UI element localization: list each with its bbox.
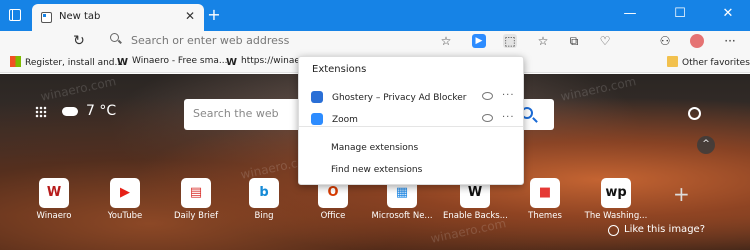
other-favorites-label: Other favorites: [682, 58, 750, 68]
new-tab-favicon-icon: [41, 12, 52, 23]
more-options-icon[interactable]: ···: [723, 34, 737, 48]
extension-item-zoom[interactable]: Zoom ···: [299, 110, 523, 130]
quick-link-icon: W: [39, 178, 69, 208]
tab-new-tab[interactable]: New tab ✕: [32, 4, 204, 31]
cloud-icon: [62, 107, 78, 116]
quick-link-icon: wp: [601, 178, 631, 208]
eye-icon[interactable]: [482, 114, 493, 122]
collections-icon[interactable]: ⧉: [567, 34, 581, 48]
app-launcher-icon[interactable]: [35, 106, 47, 118]
hidden-eye-icon[interactable]: [482, 92, 493, 100]
quick-link-icon: b: [249, 178, 279, 208]
close-window-button[interactable]: ✕: [718, 6, 738, 21]
find-extensions-link[interactable]: Find new extensions: [331, 165, 422, 175]
like-image-link[interactable]: Like this image?: [624, 224, 705, 235]
extensions-icon[interactable]: ⬚: [503, 34, 517, 48]
quick-link-label: Office: [320, 211, 346, 221]
info-icon[interactable]: [608, 225, 619, 236]
favorites-icon[interactable]: ☆: [536, 34, 550, 48]
maximize-button[interactable]: ☐: [670, 6, 690, 21]
quick-link-icon: ▤: [181, 178, 211, 208]
more-actions-icon[interactable]: ···: [502, 90, 515, 101]
extension-name: Ghostery – Privacy Ad Blocker: [332, 93, 467, 103]
quick-link-label: Winaero: [36, 211, 72, 221]
favorite-label: Register, install and...: [25, 58, 124, 68]
minimize-button[interactable]: —: [620, 6, 640, 21]
refresh-icon[interactable]: ↻: [72, 34, 86, 48]
ghostery-icon: [311, 91, 323, 103]
quick-link-tile[interactable]: ▤ Daily Brief: [164, 178, 228, 221]
new-tab-button[interactable]: +: [205, 5, 223, 24]
quick-link-label: YouTube: [107, 211, 143, 221]
winaero-w-icon: W: [226, 57, 238, 68]
address-bar[interactable]: Search or enter web address: [100, 31, 430, 51]
more-actions-icon[interactable]: ···: [502, 112, 515, 123]
zoom-icon: [311, 113, 323, 125]
quick-link-label: Bing: [254, 211, 274, 221]
quick-link-label: The Washing...: [584, 211, 648, 221]
weather-temperature[interactable]: 7 °C: [86, 103, 116, 119]
windows-logo-icon: [10, 56, 21, 67]
quick-link-tile[interactable]: wp The Washing...: [584, 178, 648, 221]
extension-item-ghostery[interactable]: Ghostery – Privacy Ad Blocker ···: [299, 88, 523, 108]
other-favorites-folder[interactable]: Other favorites: [667, 56, 750, 70]
address-input[interactable]: Search or enter web address: [131, 34, 289, 47]
favorite-label: Winaero - Free sma...: [132, 56, 228, 66]
extensions-panel: Extensions Ghostery – Privacy Ad Blocker…: [298, 56, 524, 185]
favorite-item[interactable]: Whttps://winaero: [226, 56, 309, 70]
tab-title: New tab: [59, 11, 101, 22]
quick-link-label: Enable Backs...: [443, 211, 507, 221]
search-icon: [110, 33, 119, 42]
profile-switch-icon[interactable]: ⚇: [658, 34, 672, 48]
winaero-w-icon: W: [117, 57, 129, 68]
favorite-item[interactable]: W Winaero - Free sma...: [117, 56, 227, 70]
watermark: winaero.com: [559, 74, 638, 104]
divider: [299, 126, 523, 127]
add-quick-link-button[interactable]: +: [673, 182, 690, 206]
quick-link-tile[interactable]: ▶ YouTube: [93, 178, 157, 221]
chevron-up-icon[interactable]: ^: [697, 136, 715, 154]
extensions-heading: Extensions: [312, 64, 367, 75]
extension-name: Zoom: [332, 115, 358, 125]
favorite-item[interactable]: Register, install and...: [10, 56, 123, 70]
gear-icon[interactable]: [688, 107, 701, 120]
watermark: winaero.com: [39, 74, 118, 104]
manage-extensions-link[interactable]: Manage extensions: [331, 143, 418, 153]
quick-link-tile[interactable]: b Bing: [232, 178, 296, 221]
quick-link-label: Themes: [528, 211, 562, 221]
tab-close-icon[interactable]: ✕: [185, 9, 195, 23]
quick-link-tile[interactable]: W Winaero: [22, 178, 86, 221]
title-bar: New tab ✕ + — ☐ ✕: [0, 0, 750, 31]
quick-link-label: Microsoft Ne...: [371, 211, 433, 221]
performance-icon[interactable]: ♡: [598, 34, 612, 48]
zoom-extension-icon[interactable]: ▶: [472, 34, 486, 48]
quick-link-icon: ▶: [110, 178, 140, 208]
quick-link-icon: ■: [530, 178, 560, 208]
add-favorite-icon[interactable]: ☆: [439, 34, 453, 48]
quick-link-label: Daily Brief: [173, 211, 219, 221]
tab-actions-icon[interactable]: [9, 8, 21, 21]
avatar[interactable]: [690, 34, 704, 48]
web-search-input[interactable]: Search the web: [193, 107, 279, 120]
folder-icon: [667, 56, 678, 67]
toolbar: ↻ Search or enter web address ☆ ▶ ⬚ ☆ ⧉ …: [0, 31, 750, 52]
